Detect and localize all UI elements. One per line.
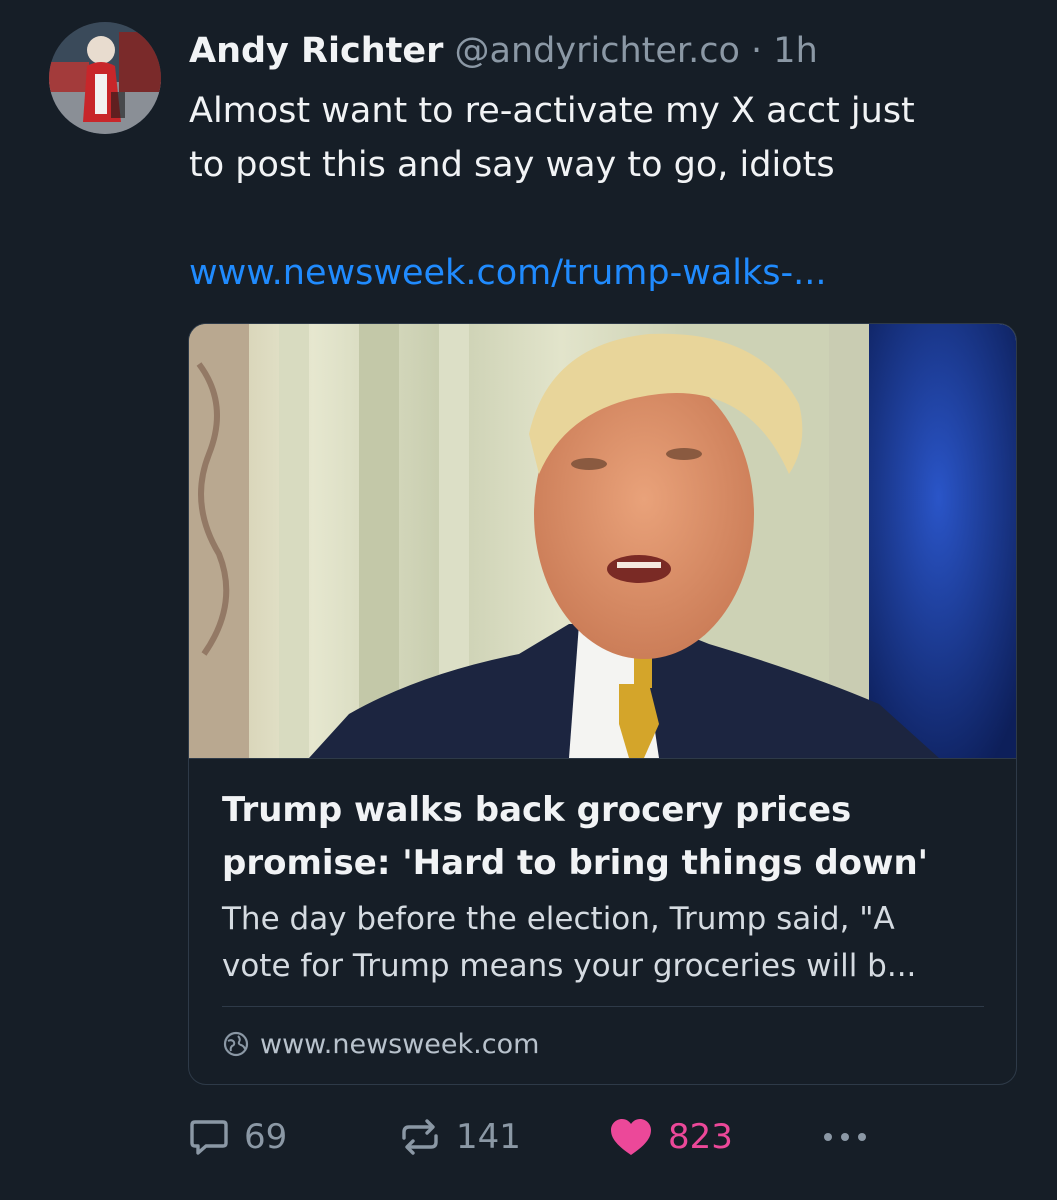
- reply-count: 69: [244, 1117, 288, 1157]
- card-title-line: promise: 'Hard to bring things down': [222, 843, 929, 883]
- card-title: Trump walks back grocery prices promise:…: [222, 784, 992, 890]
- like-button[interactable]: 823: [608, 1110, 733, 1164]
- post-time[interactable]: 1h: [773, 31, 817, 71]
- card-title-line: Trump walks back grocery prices: [222, 790, 852, 830]
- more-options-button[interactable]: [820, 1110, 884, 1164]
- repost-count: 141: [456, 1117, 521, 1157]
- reply-button[interactable]: 69: [188, 1110, 287, 1164]
- ellipsis-icon: [824, 1133, 866, 1141]
- card-description-line: vote for Trump means your groceries will…: [222, 948, 917, 984]
- post-header: Andy Richter @andyrichter.co · 1h: [189, 28, 818, 74]
- card-domain-row: www.newsweek.com: [222, 1024, 539, 1064]
- post-text-line: to post this and say way to go, idiots: [189, 145, 835, 185]
- separator-dot: ·: [751, 31, 763, 71]
- card-divider: [222, 1006, 984, 1007]
- repost-button[interactable]: 141: [398, 1110, 521, 1164]
- author-name[interactable]: Andy Richter: [189, 31, 443, 71]
- heart-icon: [611, 1119, 651, 1155]
- card-thumbnail: [189, 324, 1016, 759]
- avatar[interactable]: [49, 22, 161, 134]
- card-description: The day before the election, Trump said,…: [222, 896, 992, 990]
- author-handle[interactable]: @andyrichter.co: [455, 31, 740, 71]
- globe-icon: [222, 1030, 250, 1058]
- speech-bubble-icon: [190, 1120, 228, 1155]
- post-text-line: Almost want to re-activate my X acct jus…: [189, 91, 915, 131]
- like-count: 823: [668, 1117, 733, 1157]
- post-text: Almost want to re-activate my X acct jus…: [189, 84, 1019, 192]
- repost-arrows-icon: [402, 1119, 438, 1155]
- card-domain: www.newsweek.com: [260, 1028, 540, 1060]
- post-link[interactable]: www.newsweek.com/trump-walks-...: [189, 246, 827, 300]
- link-preview-card[interactable]: Trump walks back grocery prices promise:…: [188, 323, 1017, 1085]
- post: Andy Richter @andyrichter.co · 1h Almost…: [0, 0, 1057, 1200]
- card-description-line: The day before the election, Trump said,…: [222, 901, 895, 937]
- post-actions: 69 141 823: [0, 1110, 1057, 1164]
